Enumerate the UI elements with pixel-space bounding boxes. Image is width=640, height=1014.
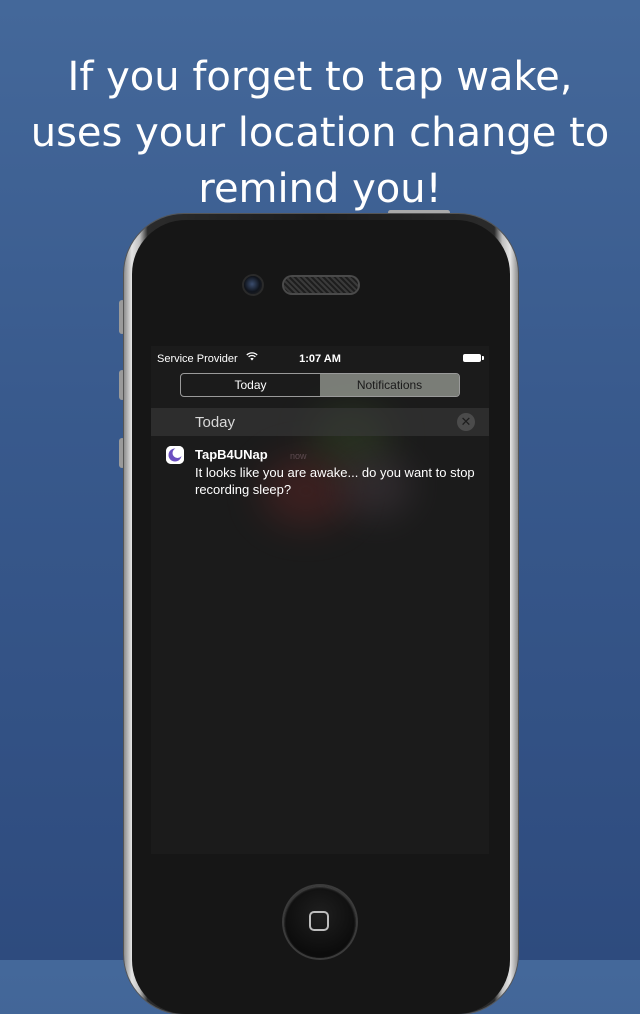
notification-item[interactable]: TapB4UNap now It looks like you are awak… [151,442,489,512]
headline-line-3: remind you! [198,165,442,212]
tab-notifications[interactable]: Notifications [320,374,459,396]
notification-time: now [290,451,307,461]
section-title: Today [195,414,236,431]
headline-line-2: uses your location change to [30,109,610,156]
notification-center-screen: Service Provider 1:07 AM Today Notificat… [151,346,489,854]
headline-line-1: If you forget to tap wake, [67,53,573,100]
today-section-header: Today ✕ [151,408,489,436]
home-square-icon [309,911,329,931]
app-moon-icon [166,446,184,464]
earpiece-speaker [284,277,358,293]
notification-app-name: TapB4UNap [195,447,268,462]
status-time: 1:07 AM [299,353,341,365]
close-icon[interactable]: ✕ [457,413,475,431]
notification-message: It looks like you are awake... do you wa… [195,465,475,497]
front-camera-icon [244,276,262,294]
promo-headline: If you forget to tap wake, uses your loc… [0,49,640,217]
status-bar: Service Provider 1:07 AM [151,346,489,370]
tab-today[interactable]: Today [181,374,320,396]
battery-icon [463,354,484,362]
view-segmented-control: Today Notifications [180,373,460,397]
home-button[interactable] [284,886,356,958]
